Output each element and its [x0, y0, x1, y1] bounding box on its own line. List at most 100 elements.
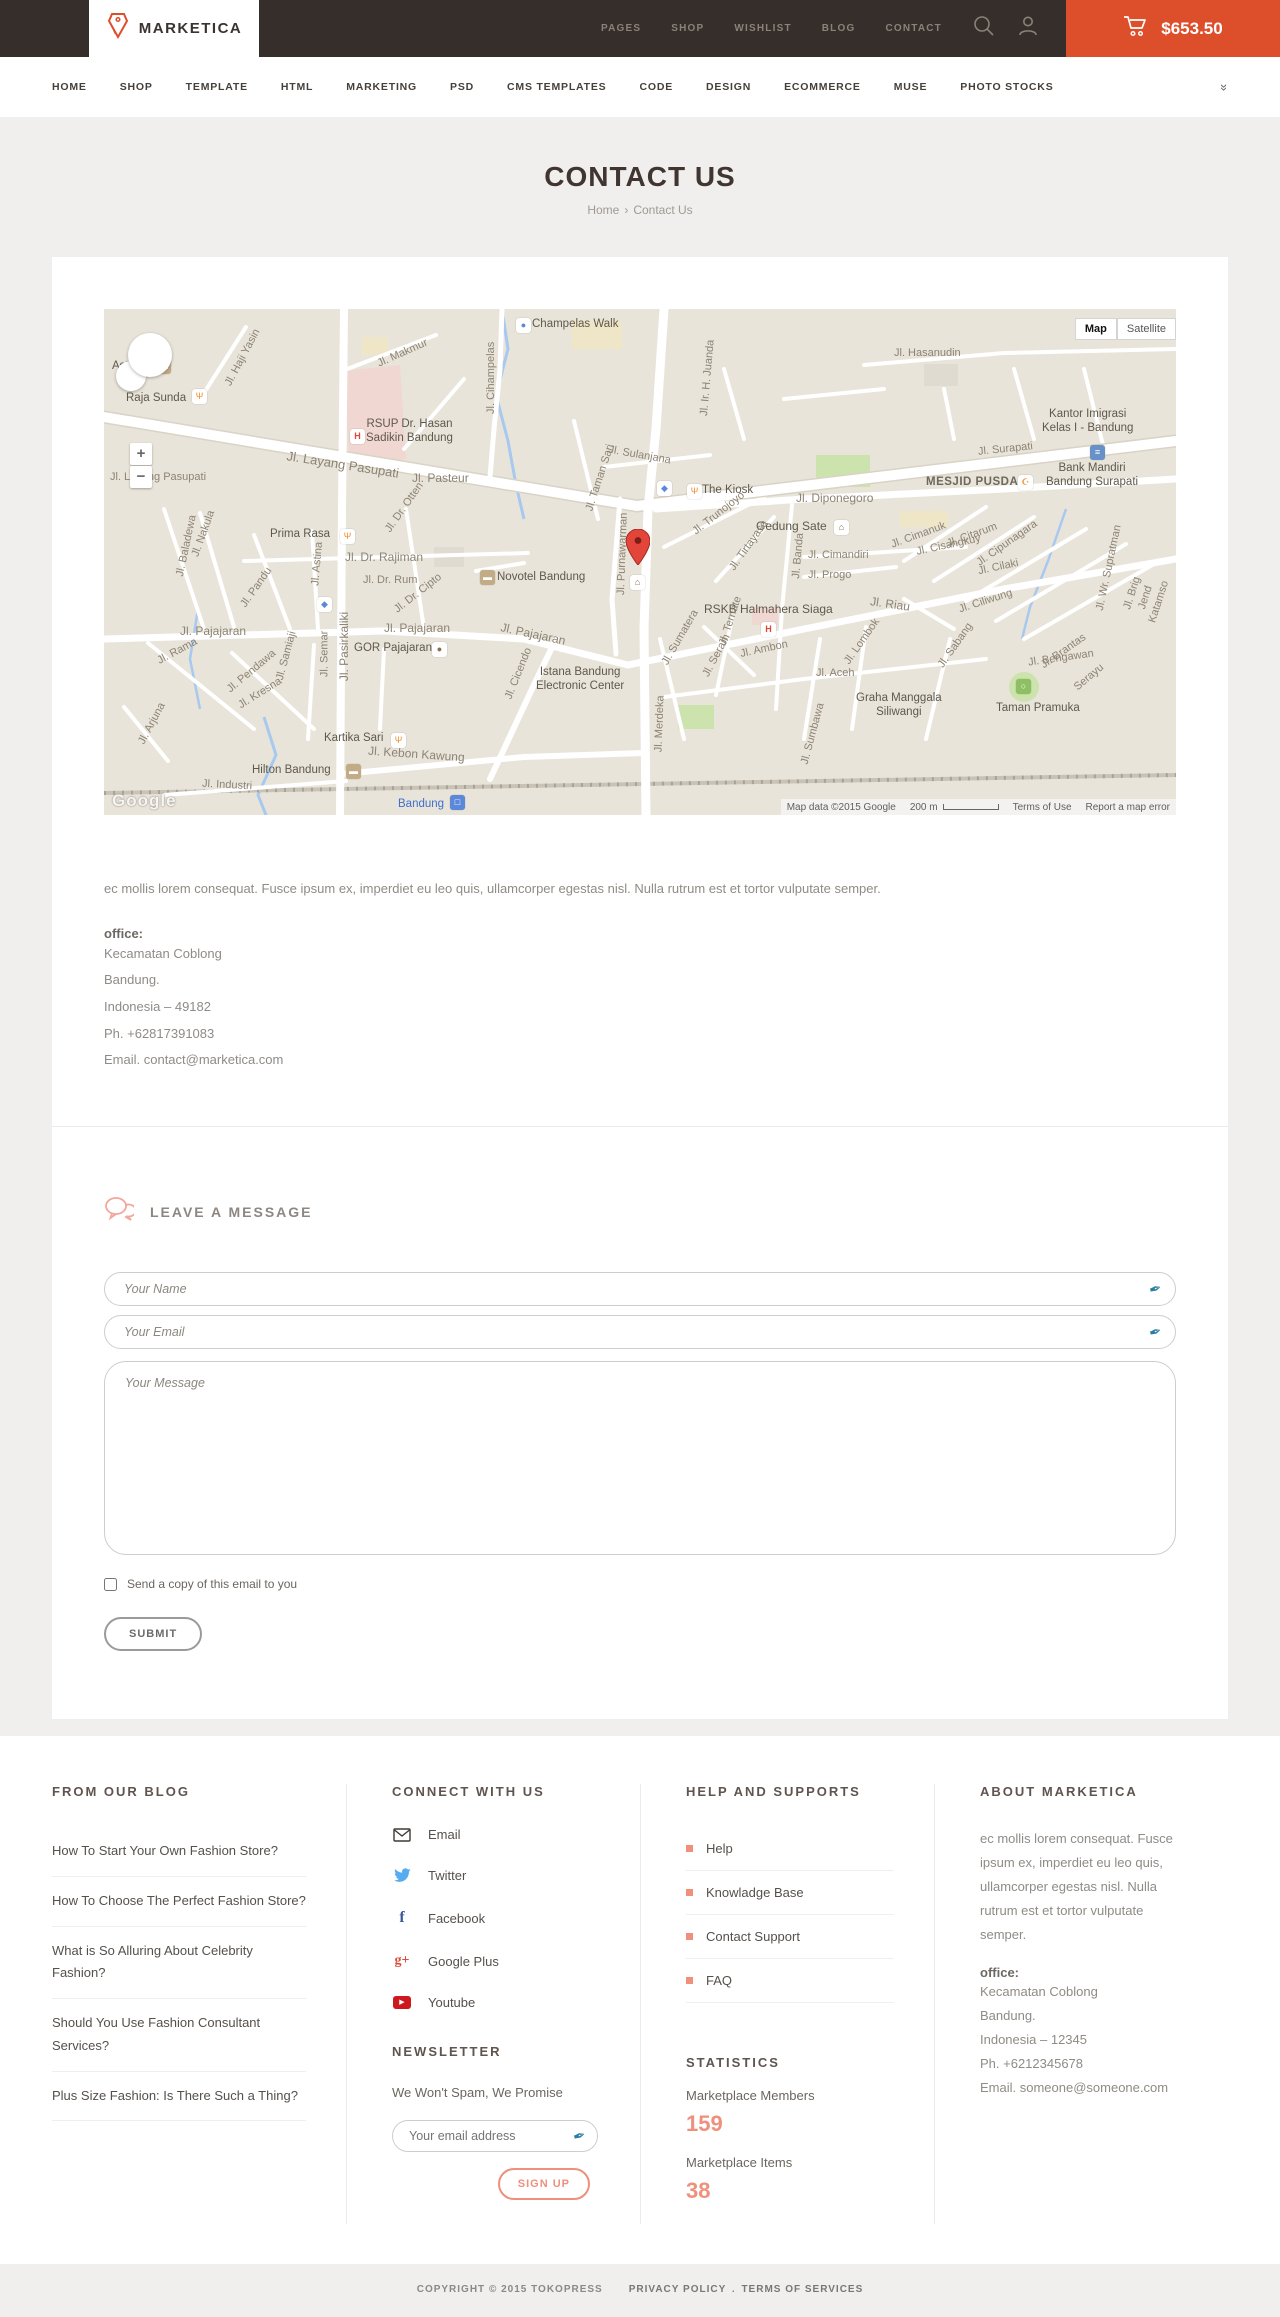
- map-type-map-button[interactable]: Map: [1074, 318, 1117, 340]
- social-link-label: Youtube: [428, 1995, 476, 2010]
- header-nav-link[interactable]: WISHLIST: [734, 23, 791, 34]
- message-textarea[interactable]: [104, 1361, 1176, 1555]
- about-address-line: Indonesia – 12345: [980, 2032, 1087, 2048]
- social-link-label: Google Plus: [428, 1953, 499, 1969]
- about-text: ec mollis lorem consequat. Fusce ipsum e…: [980, 1831, 1173, 1943]
- chat-bubbles-icon: [104, 1197, 137, 1226]
- breadcrumb-link[interactable]: Home: [587, 203, 619, 217]
- footer-blog-link[interactable]: Plus Size Fashion: Is There Such a Thing…: [52, 2072, 306, 2122]
- menubar-item[interactable]: SHOP: [120, 81, 153, 93]
- legal-links: PRIVACY POLICY . TERMS OF SERVICES: [628, 2284, 864, 2295]
- header-nav-link[interactable]: BLOG: [822, 23, 856, 34]
- footer-help-link[interactable]: Help: [686, 1827, 894, 1871]
- menubar-item[interactable]: PSD: [450, 81, 474, 93]
- zoom-in-button[interactable]: +: [130, 443, 152, 465]
- menubar-item[interactable]: HTML: [281, 81, 313, 93]
- account-icon[interactable]: [1016, 14, 1040, 43]
- pan-control[interactable]: [128, 333, 172, 377]
- terms-of-use-link[interactable]: Terms of Use: [1013, 802, 1072, 813]
- bank-icon: ≡: [1090, 445, 1105, 460]
- stat-label: Marketplace Items: [686, 2155, 793, 2170]
- help-link-label: Contact Support: [706, 1929, 800, 1944]
- office-address-line: Bandung.: [104, 972, 160, 988]
- menubar-item[interactable]: TEMPLATE: [186, 81, 248, 93]
- search-icon[interactable]: [972, 14, 996, 43]
- social-link-label: Email: [428, 1827, 461, 1842]
- social-link-facebook[interactable]: f Facebook: [392, 1909, 600, 1927]
- menubar-item[interactable]: ECOMMERCE: [784, 81, 861, 93]
- footer-blog-title: FROM OUR BLOG: [52, 1784, 190, 1799]
- footer-blog-link[interactable]: Should You Use Fashion Consultant Servic…: [52, 1999, 306, 2072]
- social-link-twitter[interactable]: Twitter: [392, 1868, 600, 1883]
- leave-message-section: LEAVE A MESSAGE ✒ ✒ Send a copy of this …: [52, 1126, 1228, 1719]
- terms-of-services-link[interactable]: TERMS OF SERVICES: [741, 2284, 863, 2295]
- header-nav-link[interactable]: SHOP: [671, 23, 704, 34]
- signup-button[interactable]: SIGN UP: [497, 2168, 590, 2200]
- office-address: Kecamatan Coblong Bandung. Indonesia – 491…: [104, 941, 1176, 1074]
- office-label: office:: [104, 925, 143, 941]
- twitter-icon: [392, 1868, 412, 1883]
- logo[interactable]: MARKETICA: [89, 0, 259, 57]
- menubar-item[interactable]: MUSE: [894, 81, 928, 93]
- newsletter-block: NEWSLETTER We Won't Spam, We Promise ✒ S…: [392, 2044, 600, 2200]
- menubar-item[interactable]: HOME: [52, 81, 87, 93]
- footer-help-link[interactable]: Knowladge Base: [686, 1871, 894, 1915]
- office-address-line: Email. contact@marketica.com: [104, 1052, 284, 1068]
- copyright-text: COPYRIGHT © 2015 TOKOPRESS: [416, 2284, 603, 2295]
- hospital-icon: H: [350, 429, 365, 444]
- menubar-item[interactable]: PHOTO STOCKS: [960, 81, 1053, 93]
- footer-blog-link[interactable]: What is So Alluring About Celebrity Fash…: [52, 1927, 306, 1999]
- about-address-line: Bandung.: [980, 2008, 1036, 2024]
- privacy-policy-link[interactable]: PRIVACY POLICY: [629, 2284, 726, 2295]
- menubar-item[interactable]: MARKETING: [346, 81, 417, 93]
- header-nav: PAGES SHOP WISHLIST BLOG CONTACT: [601, 0, 942, 57]
- google-map[interactable]: + − Map Satellite Google Map data ©2015 …: [104, 309, 1176, 815]
- menubar-item[interactable]: DESIGN: [706, 81, 751, 93]
- footer-connect-column: CONNECT WITH US Email Twitter f Facebook g+ G…: [346, 1784, 640, 2224]
- poi-dot-icon: ●: [516, 318, 531, 333]
- footer-connect-title: CONNECT WITH US: [392, 1784, 545, 1799]
- menubar-item[interactable]: CMS TEMPLATES: [507, 81, 606, 93]
- footer-help-title: HELP AND SUPPORTS: [686, 1784, 861, 1799]
- newsletter-email-input[interactable]: [392, 2120, 598, 2152]
- help-link-label: FAQ: [706, 1973, 733, 1988]
- office-address-line: Kecamatan Coblong: [104, 945, 222, 961]
- footer-help-link[interactable]: Contact Support: [686, 1915, 894, 1959]
- cart-button[interactable]: $653.50: [1066, 0, 1280, 57]
- report-map-error-link[interactable]: Report a map error: [1086, 802, 1170, 813]
- footer-help-link[interactable]: FAQ: [686, 1959, 894, 2003]
- social-link-email[interactable]: Email: [392, 1827, 600, 1842]
- social-link-gplus[interactable]: g+ Google Plus: [392, 1953, 600, 1969]
- header-nav-link[interactable]: CONTACT: [885, 23, 942, 34]
- social-link-label: Facebook: [428, 1910, 486, 1926]
- museum-icon: ⌂: [834, 520, 849, 535]
- menubar-item[interactable]: CODE: [639, 81, 673, 93]
- footer-blog-link[interactable]: How To Choose The Perfect Fashion Store?: [52, 1877, 306, 1927]
- map-marker-pin[interactable]: [625, 528, 651, 566]
- about-office-address: Kecamatan Coblong Bandung. Indonesia – 123…: [980, 1980, 1188, 2100]
- email-input[interactable]: [104, 1315, 1176, 1349]
- cart-total: $653.50: [1161, 18, 1223, 38]
- name-input[interactable]: [104, 1272, 1176, 1306]
- blog-links: How To Start Your Own Fashion Store? How …: [52, 1827, 306, 2122]
- restaurant-icon: Ψ: [687, 484, 702, 499]
- facebook-icon: f: [399, 1909, 405, 1926]
- submit-button[interactable]: SUBMIT: [104, 1617, 203, 1651]
- social-link-youtube[interactable]: ▶ Youtube: [392, 1995, 600, 2010]
- about-address-line: Email. someone@someone.com: [980, 2080, 1169, 2096]
- send-copy-checkbox[interactable]: [104, 1577, 117, 1591]
- footer-blog-link[interactable]: How To Start Your Own Fashion Store?: [52, 1827, 306, 1877]
- gplus-icon: g+: [394, 1953, 410, 1968]
- zoom-out-button[interactable]: −: [130, 466, 152, 488]
- about-address-line: Kecamatan Coblong: [980, 1984, 1098, 2000]
- page-hero: CONTACT US Home › Contact Us: [0, 117, 1280, 257]
- chevron-down-icon[interactable]: »: [1217, 83, 1232, 90]
- map-type-satellite-button[interactable]: Satellite: [1116, 318, 1176, 340]
- header-nav-link[interactable]: PAGES: [601, 23, 641, 34]
- breadcrumb-link[interactable]: Contact Us: [633, 203, 692, 217]
- breadcrumb: Home › Contact Us: [0, 203, 1280, 217]
- mosque-icon: ☪: [1018, 475, 1033, 490]
- newsletter-field-wrap: ✒: [392, 2120, 598, 2152]
- square-bullet-icon: [686, 1889, 693, 1896]
- footer-about-title: ABOUT MARKETICA: [980, 1784, 1138, 1799]
